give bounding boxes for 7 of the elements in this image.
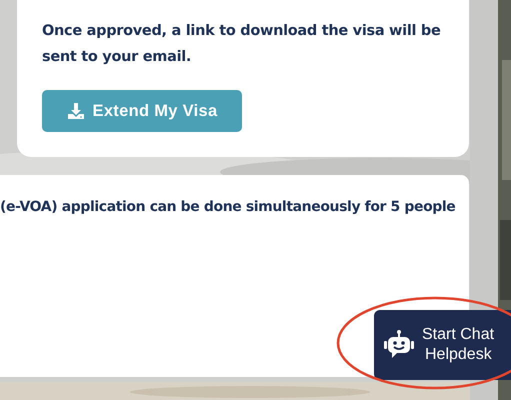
robot-icon	[384, 329, 414, 361]
chat-button[interactable]: Start Chat Helpdesk	[374, 310, 511, 380]
approval-message: Once approved, a link to download the visa will be sent to your email.	[42, 22, 442, 67]
chat-title: Start Chat	[422, 326, 494, 344]
chat-subtitle: Helpdesk	[424, 346, 493, 364]
download-icon	[66, 102, 85, 120]
info-text: (e-VOA) application can be done simultaneously for 5 people	[0, 199, 456, 215]
